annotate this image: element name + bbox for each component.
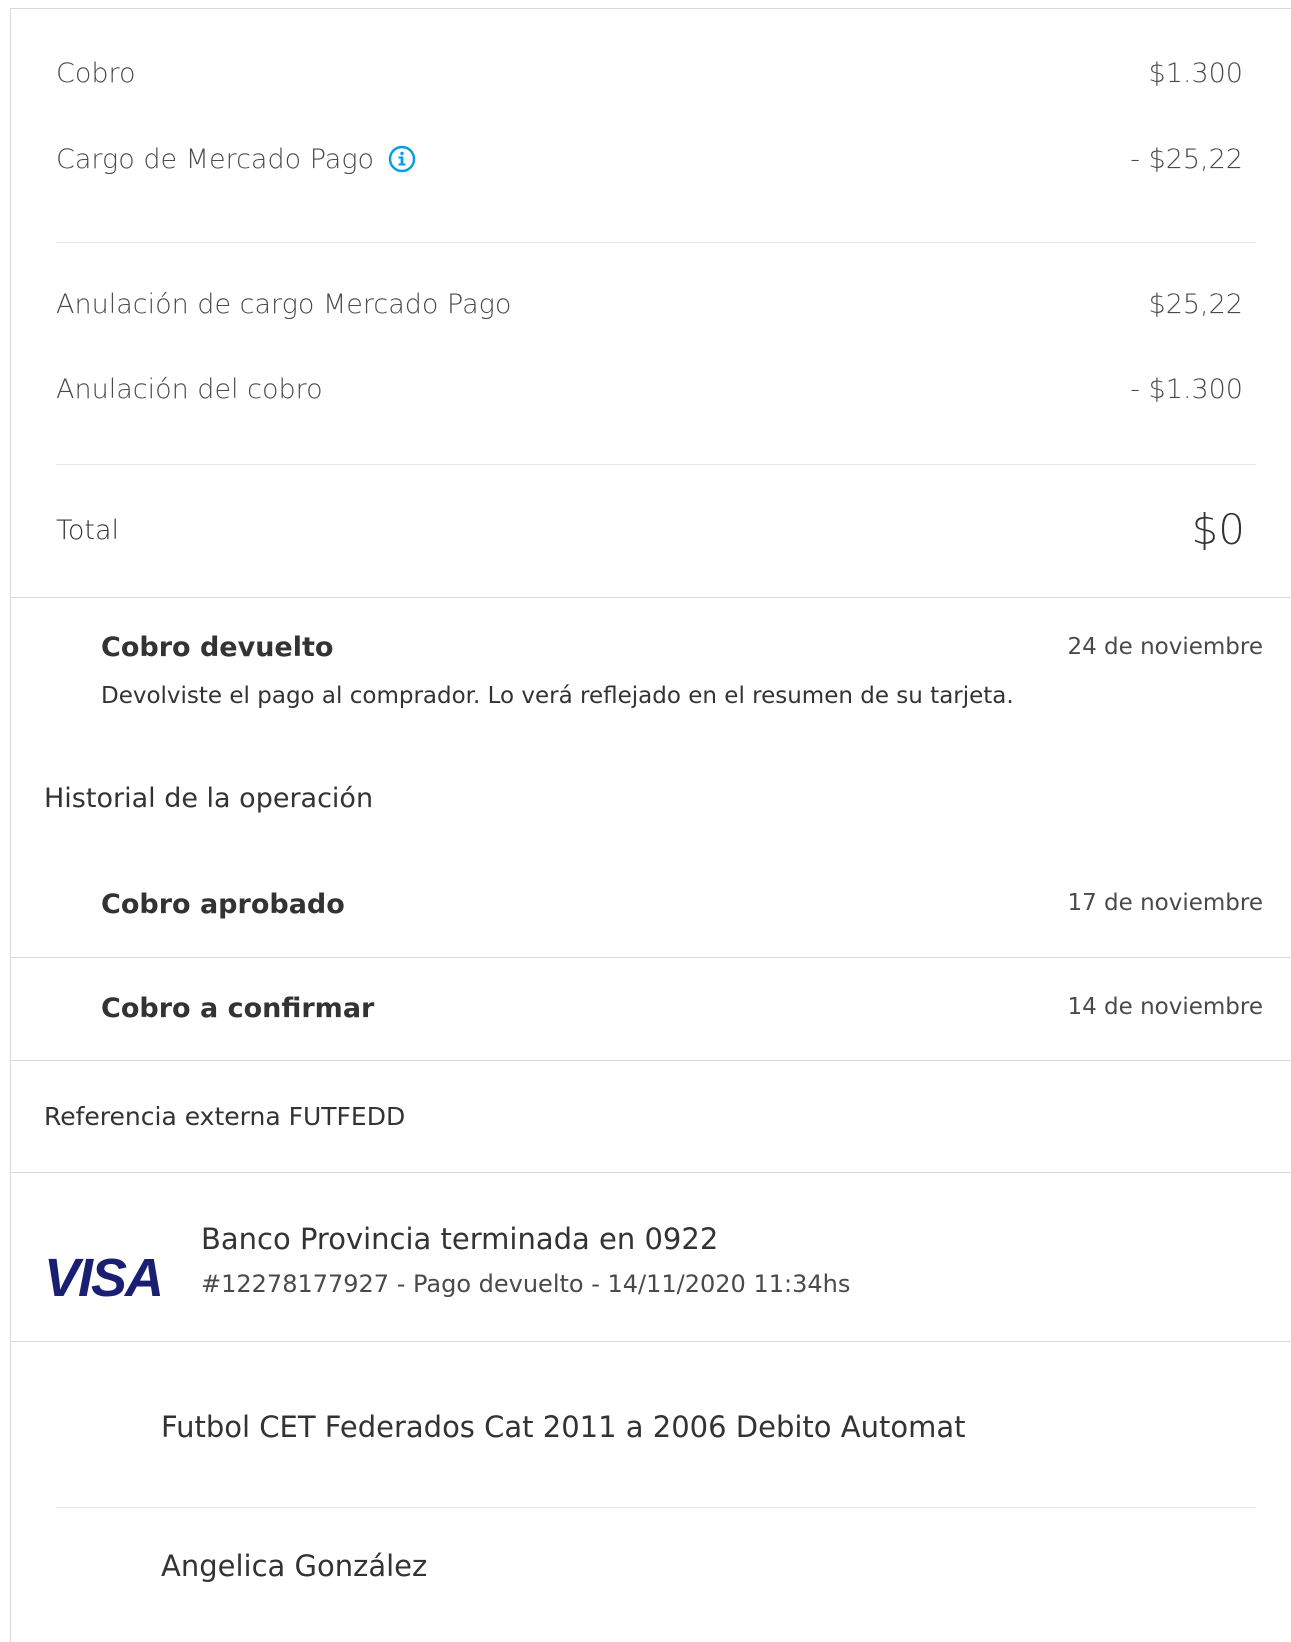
summary-row-label: Cargo de Mercado Pago [56,144,375,175]
payer-name: Angelica González [161,1549,428,1583]
summary-row-amount: $25,22 [1148,289,1243,320]
external-reference: Referencia externa FUTFEDD [44,1102,406,1131]
info-icon[interactable] [388,145,416,173]
item-description: Futbol CET Federados Cat 2011 a 2006 Deb… [161,1410,966,1444]
status-title: Cobro devuelto [101,632,334,663]
divider [10,1172,1291,1173]
history-item-title: Cobro aprobado [101,889,345,920]
history-item-date: 14 de noviembre [1067,994,1263,1020]
payment-detail: #12278177927 - Pago devuelto - 14/11/202… [201,1270,851,1298]
summary-row-label: Anulación del cobro [56,374,323,405]
total-amount: $0 [1191,505,1245,554]
visa-logo-icon: VISA [44,1252,164,1304]
divider [10,1060,1291,1061]
summary-row-mp-fee: Cargo de Mercado Pago [56,144,416,175]
summary-row-amount: - $1.300 [1130,374,1243,405]
divider [10,957,1291,958]
divider [10,1341,1291,1342]
summary-row-label: Anulación de cargo Mercado Pago [56,289,512,320]
total-label: Total [56,515,120,546]
summary-row-amount: $1.300 [1148,58,1243,89]
svg-text:VISA: VISA [44,1252,162,1304]
card-name: Banco Provincia terminada en 0922 [201,1222,719,1256]
divider [10,597,1291,598]
history-item-title: Cobro a confirmar [101,993,375,1024]
divider [56,1507,1256,1508]
history-heading: Historial de la operación [44,783,374,814]
status-description: Devolviste el pago al comprador. Lo verá… [101,683,1014,709]
history-item-date: 17 de noviembre [1067,890,1263,916]
divider [56,242,1256,243]
summary-row-label: Cobro [56,58,136,89]
summary-row-amount: - $25,22 [1130,144,1243,175]
status-date: 24 de noviembre [1067,634,1263,660]
operation-detail-panel [10,8,1291,1642]
divider [56,464,1256,465]
